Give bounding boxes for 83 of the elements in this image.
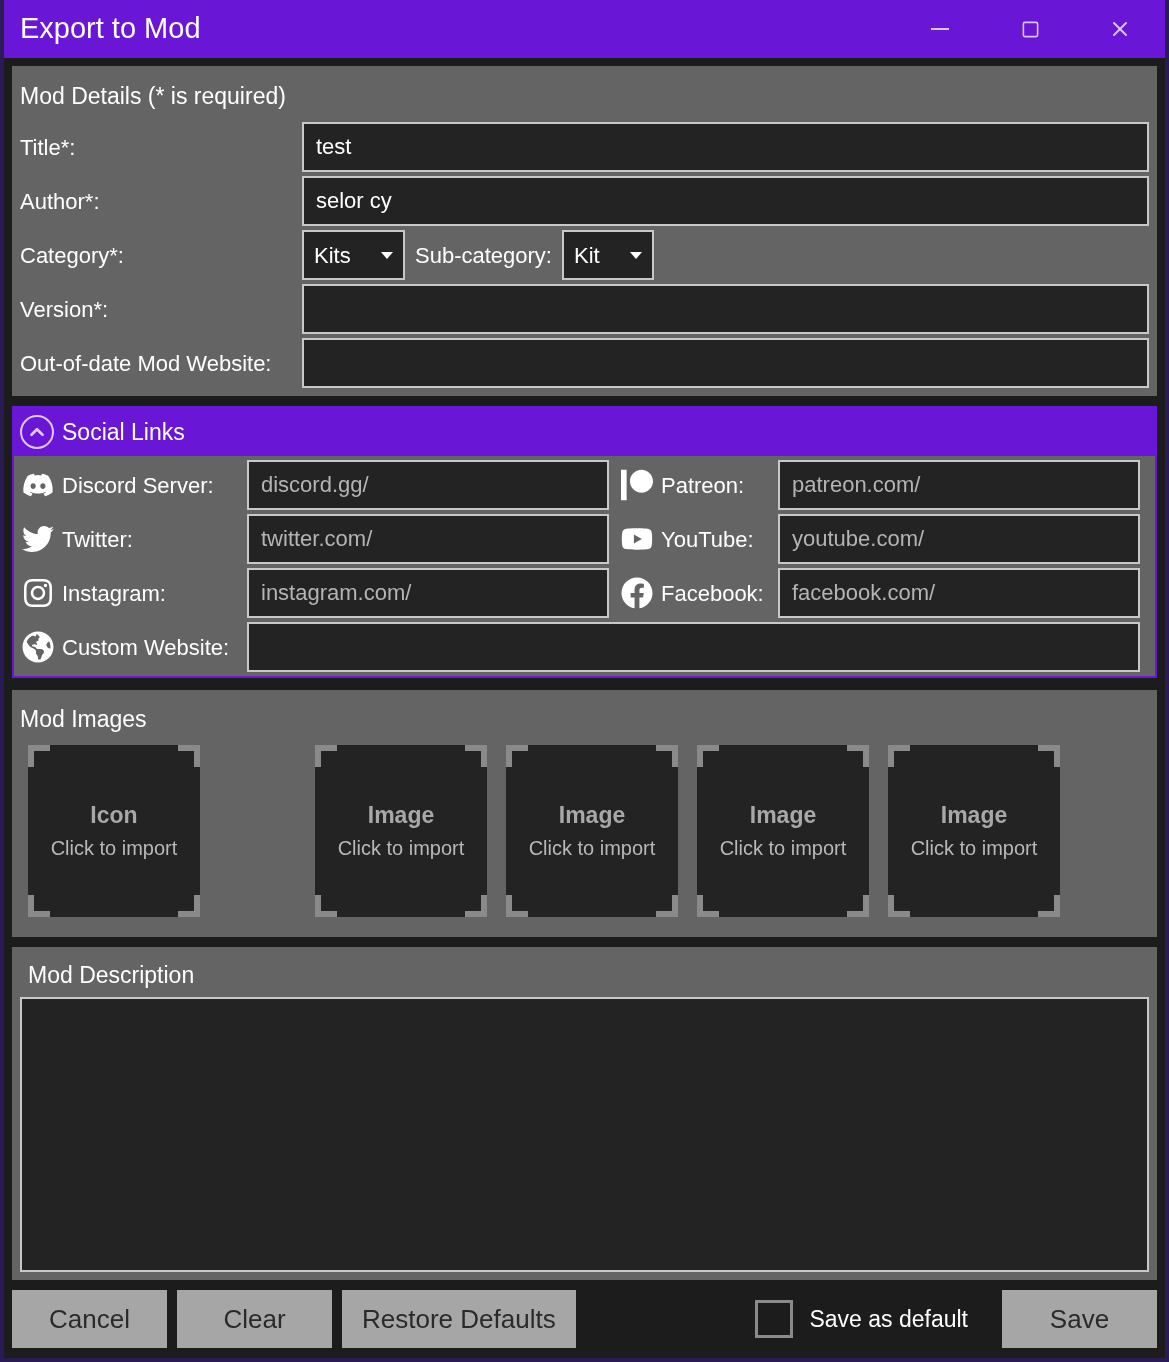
field-label: YouTube: (661, 525, 754, 554)
corner-bracket (315, 744, 337, 767)
corner-bracket (28, 894, 50, 917)
description-field[interactable] (20, 996, 1149, 1272)
caret-icon (629, 251, 642, 259)
corner-bracket (506, 894, 528, 917)
corner-bracket (888, 744, 910, 767)
input-field[interactable]: discord.gg/ (247, 460, 609, 510)
slot-hint: Click to import (337, 835, 465, 861)
corner-bracket (178, 894, 200, 917)
corner-bracket (178, 744, 200, 767)
slot-title: Image (940, 801, 1008, 831)
input-field[interactable] (302, 338, 1149, 388)
corner-bracket (656, 894, 678, 917)
corner-bracket (847, 894, 869, 917)
maximize-icon (1020, 19, 1040, 39)
corner-bracket (506, 744, 528, 767)
section-heading: Social Links (62, 417, 185, 447)
slot-title: Icon (90, 801, 138, 831)
input-field[interactable]: instagram.com/ (247, 568, 609, 618)
section-header[interactable]: Social Links (14, 408, 1155, 456)
save-button[interactable]: Save (1002, 1290, 1157, 1348)
input-field[interactable]: selor cy (302, 176, 1149, 226)
checkbox-label: Save as default (809, 1304, 968, 1334)
image-drop-slot[interactable]: Icon Click to import (28, 744, 200, 917)
input-field[interactable] (302, 284, 1149, 334)
image-drop-slot[interactable]: Image Click to import (315, 744, 487, 917)
input-field[interactable]: test (302, 122, 1149, 172)
corner-bracket (465, 744, 487, 767)
section-heading: Mod Details (* is required) (20, 81, 287, 111)
image-drop-slot[interactable]: Image Click to import (506, 744, 678, 917)
globe-icon (22, 631, 54, 663)
input-field[interactable]: youtube.com/ (778, 514, 1140, 564)
field-label: Version*: (20, 295, 110, 324)
field-label: Twitter: (62, 525, 133, 554)
minimize-icon (931, 28, 949, 30)
field-label: Patreon: (661, 471, 745, 500)
corner-bracket (656, 744, 678, 767)
circle-and-bar-icon (621, 469, 653, 501)
dropdown[interactable]: Kit (561, 230, 654, 280)
corner-bracket (465, 894, 487, 917)
corner-bracket (315, 894, 337, 917)
section-heading: Mod Images (20, 705, 148, 734)
footer-button[interactable]: Clear (177, 1290, 332, 1348)
input-field[interactable]: patreon.com/ (778, 460, 1140, 510)
camera-icon (22, 577, 54, 609)
slot-title: Image (749, 801, 817, 831)
slot-hint: Click to import (719, 835, 847, 861)
window-title: Export to Mod (20, 11, 202, 47)
dropdown[interactable]: Kits (302, 230, 405, 280)
corner-bracket (1038, 744, 1060, 767)
slot-title: Image (367, 801, 435, 831)
input-field[interactable]: facebook.com/ (778, 568, 1140, 618)
field-label: Author*: (20, 187, 101, 216)
footer-button[interactable]: Restore Defaults (342, 1290, 576, 1348)
field-label: Discord Server: (62, 471, 214, 500)
image-drop-slot[interactable]: Image Click to import (697, 744, 869, 917)
field-label: Custom Website: (62, 633, 230, 662)
field-label: Out-of-date Mod Website: (20, 349, 273, 378)
corner-bracket (847, 744, 869, 767)
slot-hint: Click to import (528, 835, 656, 861)
corner-bracket (697, 894, 719, 917)
slot-title: Image (558, 801, 626, 831)
corner-bracket (888, 894, 910, 917)
corner-bracket (697, 744, 719, 767)
slot-hint: Click to import (910, 835, 1038, 861)
bird-icon (22, 523, 54, 555)
input-field[interactable] (247, 622, 1140, 672)
image-drop-slot[interactable]: Image Click to import (888, 744, 1060, 917)
corner-bracket (28, 744, 50, 767)
field-label: Sub-category: (415, 241, 552, 270)
input-field[interactable]: twitter.com/ (247, 514, 609, 564)
checkbox[interactable] (755, 1300, 794, 1338)
corner-bracket (1038, 894, 1060, 917)
chevron-up-icon[interactable] (20, 415, 54, 449)
caret-icon (381, 251, 393, 259)
section-heading: Mod Description (27, 961, 196, 991)
field-label: Category*: (20, 241, 125, 270)
field-label: Title*: (20, 133, 77, 162)
footer-button[interactable]: Cancel (12, 1290, 167, 1348)
field-label: Instagram: (62, 579, 166, 608)
field-label: Facebook: (661, 579, 764, 608)
slot-hint: Click to import (50, 835, 178, 861)
